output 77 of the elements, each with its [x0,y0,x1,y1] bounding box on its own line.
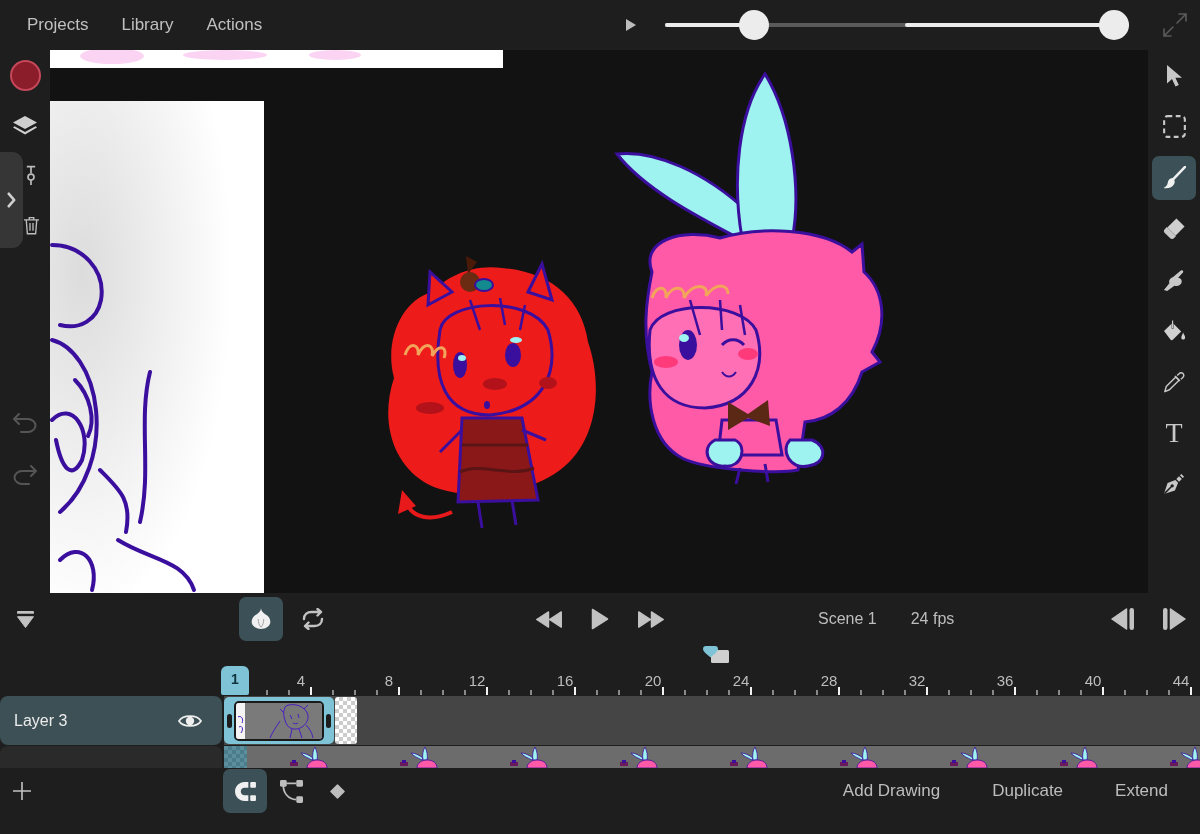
eyedropper-icon [1163,370,1185,393]
current-frame-cell [224,746,247,768]
frame-thumbnail [508,746,550,768]
magnet-icon [234,781,256,801]
dashed-rectangle-icon [1162,115,1186,138]
frame-number: 44 [1172,672,1190,689]
step-forward-icon [1163,608,1187,630]
frame-thumbnail [948,746,990,768]
layer-track[interactable] [224,696,1200,745]
slider-thumb[interactable] [738,10,769,40]
canvas-area[interactable] [50,50,1148,593]
brush-icon [1162,166,1186,189]
path-nodes-icon [279,779,303,803]
frame-thumbnail [1168,746,1200,768]
layer-track[interactable] [224,746,1200,768]
current-frame-tab[interactable]: 1 [221,666,249,695]
onion-icon [251,608,271,630]
collapse-icon [16,610,34,628]
undo-icon [13,413,37,433]
action-button[interactable]: Duplicate [992,769,1064,813]
frame-number: 40 [1084,672,1102,689]
color-swatch-icon[interactable] [9,59,41,91]
eye-icon[interactable] [178,712,202,729]
slider-thumb[interactable] [1099,10,1129,40]
rewind-icon [535,610,563,628]
frame-number: 12 [468,672,486,689]
frame-number: 32 [908,672,926,689]
brush-tool-button[interactable] [1152,155,1196,200]
action-button[interactable]: Add Drawing [842,769,941,813]
frame-thumbnail [838,746,880,768]
fast-forward-icon [637,610,665,628]
fullscreen-button[interactable] [1163,13,1187,37]
expand-icon [1163,13,1187,37]
frame-thumbnail [398,746,440,768]
snap-button[interactable] [223,769,267,813]
frame-number: 4 [296,672,306,689]
trash-icon [23,215,39,235]
layers-icon [13,115,37,135]
pen-nib-icon [1163,472,1185,495]
frame-rate[interactable]: 24 fps [910,610,955,628]
redo-icon [13,465,37,485]
play-icon [626,19,636,31]
drawing-clip[interactable] [224,697,334,744]
cursor-icon [1165,64,1183,87]
plus-icon [13,782,31,800]
trim-handle[interactable] [326,713,331,728]
menu-item[interactable]: Actions [206,15,263,35]
frame-number: 28 [820,672,838,689]
text-tool-button[interactable]: T [1152,410,1196,455]
frame-thumbnail [288,746,330,768]
sliders-icon [26,165,36,185]
frame-thumbnail [728,746,770,768]
frame-number: 16 [556,672,574,689]
menu-item[interactable]: Projects [27,15,89,35]
eraser-icon [1162,217,1186,240]
menu-item[interactable]: Library [121,15,174,35]
paint-bucket-icon [1162,320,1186,341]
layer-header[interactable]: Layer 3 [0,696,222,745]
layer-name: Layer 3 [14,711,68,730]
frame-number: 24 [732,672,750,689]
frame-thumbnail [1058,746,1100,768]
finger-icon [1163,268,1185,291]
frame-thumbnail [618,746,660,768]
loop-icon [301,608,325,630]
frame-number: 36 [996,672,1014,689]
step-back-icon [1110,608,1134,630]
onion-skin-button[interactable] [239,597,283,641]
playhead-marker-icon[interactable] [703,646,729,663]
diamond-icon [329,783,345,799]
scene-name[interactable]: Scene 1 [818,610,877,628]
trim-handle[interactable] [227,713,232,728]
play-icon [591,608,609,630]
frame-number: 20 [644,672,662,689]
action-button[interactable]: Extend [1115,769,1168,813]
frame-number: 8 [384,672,394,689]
panel-expand-tab[interactable] [0,152,23,248]
chevron-right-icon [7,192,16,208]
